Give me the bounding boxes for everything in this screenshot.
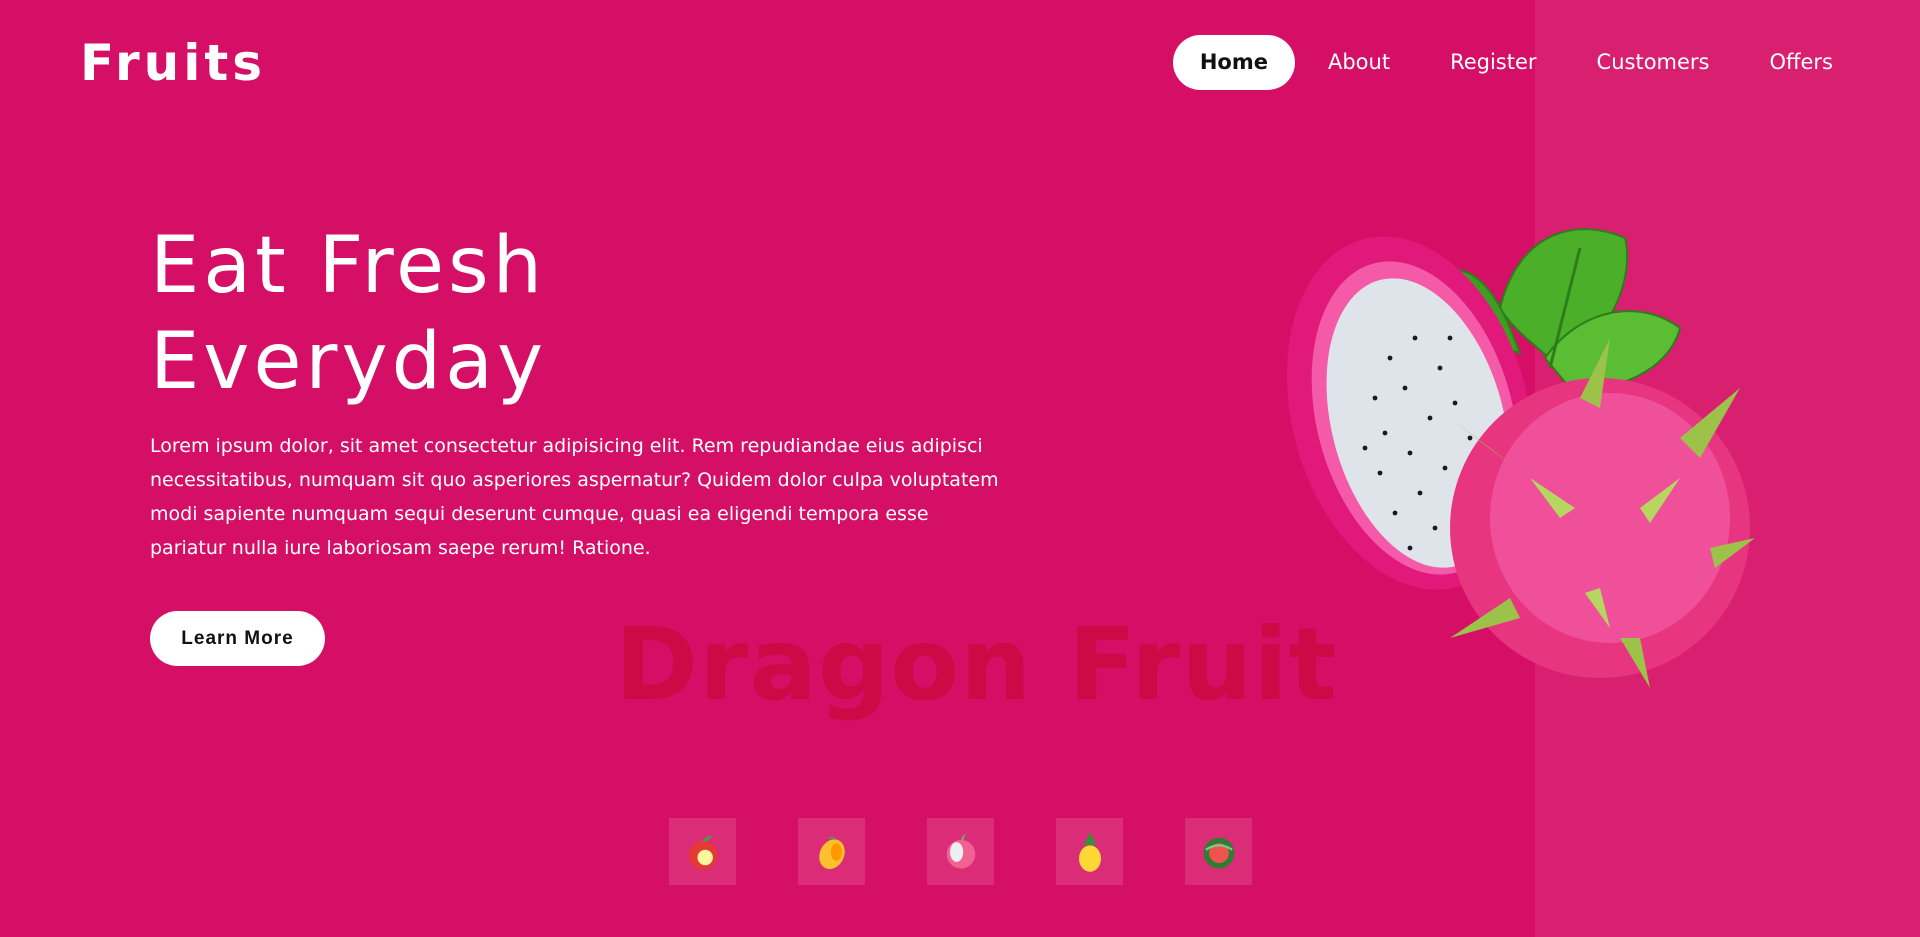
hero-title: Eat Fresh Everyday xyxy=(150,218,547,410)
thumbnail-pineapple[interactable] xyxy=(1056,818,1123,885)
logo[interactable]: Fruits xyxy=(80,34,266,92)
hero-description: Lorem ipsum dolor, sit amet consectetur … xyxy=(150,435,999,559)
apple-icon xyxy=(688,835,717,870)
main-nav: Home About Register Customers Offers xyxy=(1167,35,1860,90)
nav-item-offers[interactable]: Offers xyxy=(1743,35,1861,90)
nav-item-home[interactable]: Home xyxy=(1172,35,1295,90)
dragon-fruit-icon xyxy=(946,832,975,868)
page: Fruits Home About Register Customers Off… xyxy=(0,0,1920,937)
watermelon-icon xyxy=(1203,837,1234,868)
thumbnail-dragon-fruit[interactable] xyxy=(927,818,994,885)
learn-more-button[interactable]: Learn More xyxy=(150,611,325,666)
thumbnail-mango[interactable] xyxy=(798,818,865,885)
nav-item-customers[interactable]: Customers xyxy=(1570,35,1737,90)
hero-title-line-1: Eat Fresh xyxy=(150,221,547,311)
hero-title-line-2: Everyday xyxy=(150,317,548,407)
thumbnail-apple[interactable] xyxy=(669,818,736,885)
nav-item-register[interactable]: Register xyxy=(1423,35,1563,90)
dragon-fruit-image xyxy=(1286,228,1755,688)
thumbnail-watermelon[interactable] xyxy=(1185,818,1252,885)
pineapple-icon xyxy=(1078,831,1101,872)
mango-icon xyxy=(818,836,845,869)
nav-item-about[interactable]: About xyxy=(1301,35,1417,90)
fruit-thumbnails xyxy=(669,818,1314,885)
fruit-name-watermark: Dragon Fruit xyxy=(615,606,1338,723)
